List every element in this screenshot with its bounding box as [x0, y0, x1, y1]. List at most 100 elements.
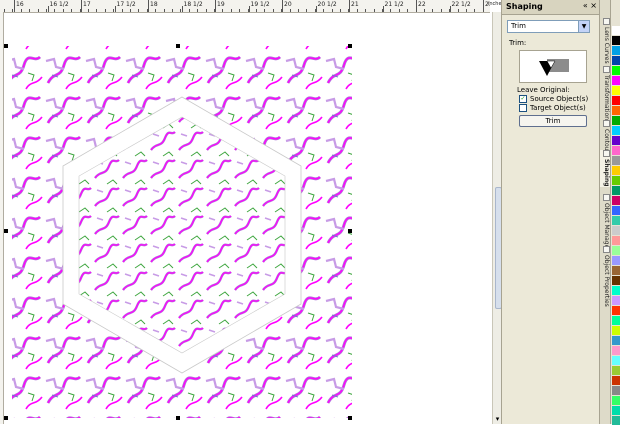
color-swatch[interactable] [612, 326, 620, 335]
docker-tab-label: Transformation [603, 75, 610, 121]
trim-button[interactable]: Trim [519, 115, 587, 127]
trim-preview-icon [539, 59, 569, 76]
ruler-minor-tick [130, 9, 131, 12]
docker-tab-label: Lens Curves [603, 27, 610, 64]
docker-tab-object-manager[interactable]: Object Manager [600, 194, 610, 251]
color-swatch[interactable] [612, 246, 620, 255]
ruler-label: 16 1/2 [49, 1, 69, 8]
color-swatch[interactable] [612, 206, 620, 215]
selection-handle[interactable] [348, 416, 352, 420]
ruler-minor-tick [121, 9, 123, 12]
ruler-label: 20 1/2 [317, 1, 337, 8]
color-swatch[interactable] [612, 386, 620, 395]
color-swatch[interactable] [612, 216, 620, 225]
color-swatch[interactable] [612, 106, 620, 115]
color-swatch[interactable] [612, 306, 620, 315]
source-objects-option[interactable]: ✓ Source Object(s) [519, 95, 588, 103]
drawing-canvas[interactable] [4, 13, 492, 424]
color-swatch[interactable] [612, 156, 620, 165]
color-swatch[interactable] [612, 56, 620, 65]
ruler-minor-tick [88, 9, 89, 12]
chevron-down-icon[interactable]: ▼ [578, 21, 589, 32]
color-swatch[interactable] [612, 26, 620, 35]
ruler-minor-tick [365, 9, 367, 12]
shaping-docker: Shaping « × Trim ▼ Trim: Leave Original:… [501, 0, 600, 424]
ruler-minor-tick [146, 9, 148, 12]
docker-controls[interactable]: « × [583, 1, 597, 10]
docker-tab-label: Object Properties [603, 255, 610, 307]
ruler-minor-tick [264, 9, 266, 12]
color-swatch[interactable] [612, 376, 620, 385]
color-swatch[interactable] [612, 236, 620, 245]
ruler-minor-tick [4, 9, 5, 12]
operation-select[interactable]: Trim ▼ [507, 20, 590, 33]
color-swatch[interactable] [612, 396, 620, 405]
color-swatch[interactable] [612, 86, 620, 95]
ruler-label: 22 1/2 [451, 1, 471, 8]
docker-tab-object-properties[interactable]: Object Properties [600, 246, 610, 307]
color-swatch[interactable] [612, 136, 620, 145]
color-swatch[interactable] [612, 126, 620, 135]
ruler-minor-tick [230, 9, 232, 12]
color-swatch[interactable] [612, 296, 620, 305]
ruler-minor-tick [71, 9, 73, 12]
ruler-minor-tick [281, 9, 283, 12]
ruler-minor-tick [12, 9, 14, 12]
color-swatch[interactable] [612, 36, 620, 45]
source-checkbox[interactable]: ✓ [519, 95, 527, 103]
color-swatch[interactable] [612, 46, 620, 55]
ruler-minor-tick [482, 9, 484, 12]
docker-tab-label: Shaping [603, 159, 610, 187]
color-swatch[interactable] [612, 346, 620, 355]
color-swatch[interactable] [612, 286, 620, 295]
color-swatch[interactable] [612, 366, 620, 375]
docker-tab-contour[interactable]: Contour [600, 120, 610, 153]
operation-select-value: Trim [511, 22, 526, 30]
ruler-label: 22 [418, 1, 426, 8]
color-swatch[interactable] [612, 96, 620, 105]
docker-tab-shaping[interactable]: Shaping [600, 150, 610, 187]
color-swatch[interactable] [612, 146, 620, 155]
color-swatch[interactable] [612, 336, 620, 345]
color-swatch[interactable] [612, 196, 620, 205]
color-swatch[interactable] [612, 186, 620, 195]
selection-handle[interactable] [4, 229, 8, 233]
docker-tab-lens-curves[interactable]: Lens Curves [600, 18, 610, 64]
target-checkbox[interactable] [519, 104, 527, 112]
selection-handle[interactable] [176, 416, 180, 420]
horizontal-ruler[interactable]: 16 16 1/2 17 17 1/2 18 18 1/2 19 19 1/2 20 20 1/2… [0, 0, 490, 13]
color-swatch[interactable] [612, 316, 620, 325]
tab-icon [602, 120, 610, 127]
docker-header: Shaping « × [502, 0, 600, 15]
color-swatch[interactable] [612, 256, 620, 265]
color-swatch[interactable] [612, 176, 620, 185]
selection-handle[interactable] [348, 229, 352, 233]
source-objects-label: Source Object(s) [530, 95, 589, 103]
color-swatch[interactable] [612, 406, 620, 415]
color-swatch[interactable] [612, 226, 620, 235]
ruler-minor-tick [188, 9, 190, 12]
docker-tab-label: Object Manager [603, 203, 610, 251]
ruler-label: 21 1/2 [384, 1, 404, 8]
color-swatch[interactable] [612, 116, 620, 125]
selection-handle[interactable] [348, 44, 352, 48]
tile-artwork[interactable] [4, 13, 492, 424]
ruler-label: 18 1/2 [183, 1, 203, 8]
docker-tab-transformation[interactable]: Transformation [600, 66, 610, 120]
selection-handle[interactable] [4, 44, 8, 48]
ruler-minor-tick [247, 9, 249, 12]
ruler-minor-tick [222, 9, 224, 12]
selection-handle[interactable] [4, 416, 8, 420]
color-swatch[interactable] [612, 356, 620, 365]
color-swatch[interactable] [612, 76, 620, 85]
ruler-minor-tick [415, 9, 417, 12]
color-palette [610, 0, 620, 425]
color-swatch[interactable] [612, 276, 620, 285]
ruler-minor-tick [340, 9, 341, 12]
ruler-tick [248, 6, 250, 12]
selection-handle[interactable] [176, 44, 180, 48]
color-swatch[interactable] [612, 266, 620, 275]
target-objects-option[interactable]: Target Object(s) [519, 104, 586, 112]
color-swatch[interactable] [612, 66, 620, 75]
color-swatch[interactable] [612, 166, 620, 175]
